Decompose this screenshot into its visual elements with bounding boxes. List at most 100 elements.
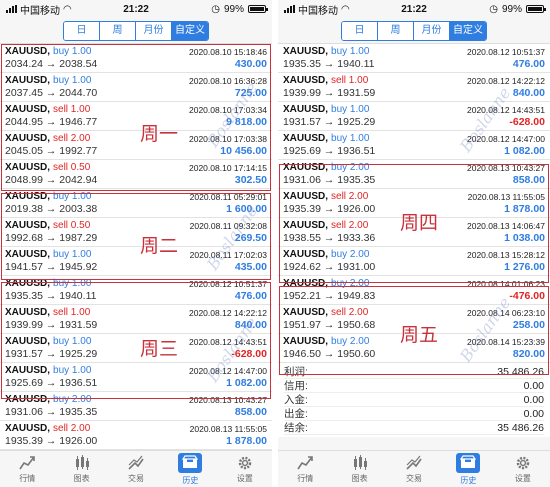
trade-prices: 1935.35 → 1940.11 — [283, 58, 375, 70]
trade-prices: 1938.55 → 1933.36 — [283, 232, 376, 244]
trade-profit: -628.00 — [509, 116, 545, 128]
trade-row[interactable]: XAUUSD, sell 0.50 2020.08.11 09:32:08 1992.… — [0, 218, 272, 247]
trade-side: buy 1.00 — [331, 104, 370, 115]
trade-row[interactable]: XAUUSD, buy 1.00 2020.08.12 14:47:00 1925.6… — [0, 363, 272, 392]
tab-settings-label: 设置 — [514, 473, 531, 483]
tab-month[interactable]: 月份 — [136, 21, 172, 40]
battery-icon — [526, 5, 546, 13]
trade-datetime: 2020.08.12 10:51:37 — [467, 47, 545, 57]
trade-symbol: XAUUSD, — [283, 307, 329, 318]
trade-profit: 840.00 — [512, 87, 545, 99]
trade-profit: 1 878.00 — [226, 435, 267, 447]
trade-row[interactable]: XAUUSD, buy 2.00 2020.08.13 10:43:27 1931.0… — [0, 392, 272, 421]
trade-datetime: 2020.08.10 16:36:28 — [189, 76, 267, 86]
trade-row[interactable]: XAUUSD, sell 1.00 2020.08.12 14:22:12 1939.… — [278, 73, 550, 102]
trade-profit: 858.00 — [512, 174, 545, 186]
trade-profit: 476.00 — [512, 58, 545, 70]
trade-side: buy 1.00 — [331, 133, 370, 144]
trade-side: buy 1.00 — [53, 191, 92, 202]
trade-row[interactable]: XAUUSD, sell 2.00 2020.08.13 11:55:05 1935.… — [0, 421, 272, 450]
quotes-icon — [297, 455, 314, 469]
trade-datetime: 2020.08.12 14:43:51 — [467, 105, 545, 115]
trade-symbol: XAUUSD, — [5, 307, 51, 318]
chart-icon — [75, 454, 89, 470]
period-selector: 日 周 月份 自定义 — [278, 18, 550, 44]
tab-settings[interactable]: 设置 — [496, 451, 550, 487]
trade-prices: 1952.21 → 1949.83 — [283, 290, 376, 302]
trade-side: sell 1.00 — [53, 307, 91, 318]
week-label-tue: 周二 — [140, 235, 179, 257]
trade-row[interactable]: XAUUSD, buy 1.00 2020.08.12 14:43:51 1931.5… — [278, 102, 550, 131]
tab-history[interactable]: 历史 — [163, 451, 217, 487]
tab-quotes[interactable]: 行情 — [278, 451, 332, 487]
tab-chart[interactable]: 图表 — [332, 451, 386, 487]
trade-row[interactable]: XAUUSD, buy 1.00 2020.08.12 10:51:37 1935.3… — [278, 44, 550, 73]
trade-profit: 435.00 — [234, 261, 267, 273]
summary-value: 0.00 — [523, 408, 544, 420]
trade-row[interactable]: XAUUSD, sell 1.00 2020.08.10 17:03:34 2044.… — [0, 102, 272, 131]
tab-trade[interactable]: 交易 — [387, 451, 441, 487]
trade-symbol: XAUUSD, — [283, 191, 329, 202]
trade-symbol: XAUUSD, — [283, 46, 329, 57]
trade-side: sell 2.00 — [53, 423, 91, 434]
trade-row[interactable]: XAUUSD, buy 1.00 2020.08.12 14:43:51 1931.5… — [0, 334, 272, 363]
trade-symbol: XAUUSD, — [5, 46, 51, 57]
summary-label: 利润: — [284, 366, 308, 378]
trade-symbol: XAUUSD, — [5, 336, 51, 347]
carrier-name: 中国移动 — [20, 5, 60, 17]
trade-row[interactable]: XAUUSD, buy 1.00 2020.08.10 16:36:28 2037.4… — [0, 73, 272, 102]
trade-row[interactable]: XAUUSD, buy 1.00 2020.08.11 17:02:03 1941.5… — [0, 247, 272, 276]
trade-row[interactable]: XAUUSD, buy 2.00 2020.08.13 10:43:27 1931.0… — [278, 160, 550, 189]
tab-week[interactable]: 周 — [100, 21, 136, 40]
tab-quotes[interactable]: 行情 — [0, 451, 54, 487]
trade-profit: 1 082.00 — [504, 145, 545, 157]
trade-row[interactable]: XAUUSD, buy 1.00 2020.08.11 05:29:01 2019.3… — [0, 189, 272, 218]
trade-prices: 1951.97 → 1950.68 — [283, 319, 376, 331]
trade-prices: 1935.39 → 1926.00 — [5, 435, 98, 447]
tab-trade[interactable]: 交易 — [109, 451, 163, 487]
quotes-icon — [19, 455, 36, 469]
trade-history-list: XAUUSD, buy 1.00 2020.08.12 10:51:37 1935.3… — [278, 44, 550, 363]
trade-datetime: 2020.08.14 15:23:39 — [467, 337, 545, 347]
tab-custom[interactable]: 自定义 — [172, 21, 208, 40]
trade-symbol: XAUUSD, — [5, 220, 51, 231]
trade-symbol: XAUUSD, — [283, 75, 329, 86]
summary-credit: 信用: 0.00 — [284, 379, 544, 393]
tab-settings[interactable]: 设置 — [218, 451, 272, 487]
tab-settings-label: 设置 — [236, 473, 253, 483]
wifi-icon: ◠ — [341, 3, 350, 15]
tab-history[interactable]: 历史 — [441, 451, 495, 487]
trade-datetime: 2020.08.10 15:18:46 — [189, 47, 267, 57]
history-icon — [182, 454, 199, 468]
trade-row[interactable]: XAUUSD, sell 1.00 2020.08.12 14:22:12 1939.… — [0, 305, 272, 334]
tab-chart[interactable]: 图表 — [54, 451, 108, 487]
alarm-icon: ◷ — [489, 3, 498, 15]
trade-datetime: 2020.08.11 09:32:08 — [189, 221, 267, 231]
trade-symbol: XAUUSD, — [283, 104, 329, 115]
trade-prices: 1946.50 → 1950.60 — [283, 348, 376, 360]
trade-prices: 2037.45 → 2044.70 — [5, 87, 98, 99]
trade-row[interactable]: XAUUSD, buy 2.00 2020.08.13 15:28:12 1924.6… — [278, 247, 550, 276]
trade-row[interactable]: XAUUSD, sell 0.50 2020.08.10 17:14:15 2048.… — [0, 160, 272, 189]
trade-row[interactable]: XAUUSD, buy 1.00 2020.08.12 14:47:00 1925.6… — [278, 131, 550, 160]
tab-month[interactable]: 月份 — [414, 21, 450, 40]
trade-row[interactable]: XAUUSD, sell 2.00 2020.08.10 17:03:38 2045.… — [0, 131, 272, 160]
tab-day[interactable]: 日 — [64, 21, 100, 40]
tab-custom[interactable]: 自定义 — [450, 21, 486, 40]
summary-withdrawal: 出金: 0.00 — [284, 407, 544, 421]
tab-day[interactable]: 日 — [342, 21, 378, 40]
trade-row[interactable]: XAUUSD, buy 1.00 2020.08.12 10:51:37 1935.3… — [0, 276, 272, 305]
trade-datetime: 2020.08.12 14:47:00 — [467, 134, 545, 144]
trade-row[interactable]: XAUUSD, buy 2.00 2020.08.14 01:06:23 1952.2… — [278, 276, 550, 305]
summary-value: 35 486.26 — [497, 422, 544, 434]
trade-prices: 1924.62 → 1931.00 — [283, 261, 376, 273]
trade-row[interactable]: XAUUSD, buy 1.00 2020.08.10 15:18:46 2034.2… — [0, 44, 272, 73]
tab-week[interactable]: 周 — [378, 21, 414, 40]
trade-prices: 1941.57 → 1945.92 — [5, 261, 98, 273]
trade-prices: 2019.38 → 2003.38 — [5, 203, 98, 215]
trade-side: buy 2.00 — [331, 249, 370, 260]
trade-datetime: 2020.08.12 14:22:12 — [467, 76, 545, 86]
trade-history-list: XAUUSD, buy 1.00 2020.08.10 15:18:46 2034.2… — [0, 44, 272, 450]
trade-profit: 1 600.00 — [226, 203, 267, 215]
trade-prices: 1931.57 → 1925.29 — [283, 116, 376, 128]
